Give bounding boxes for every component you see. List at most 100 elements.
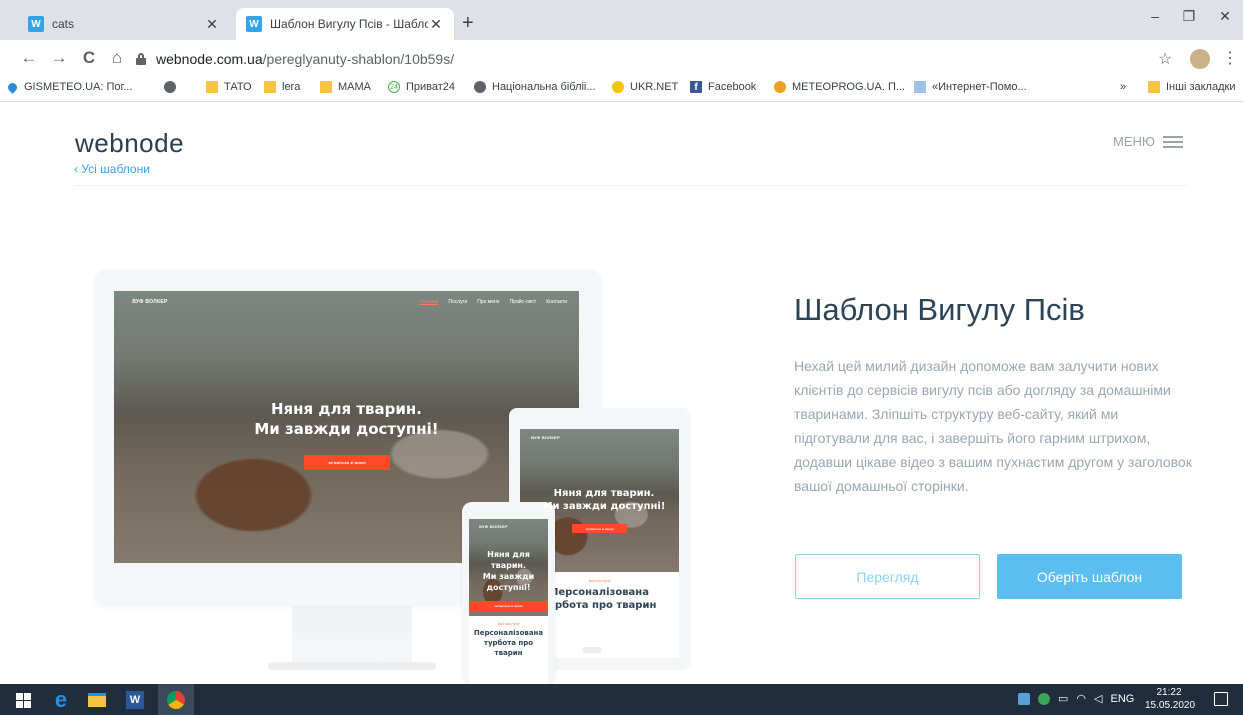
bookmark-gismeteo[interactable]: GISMETEO.UA: Пог... <box>5 80 132 94</box>
battery-icon[interactable]: ▭ <box>1058 692 1068 705</box>
bookmark-privat24[interactable]: 24 Приват24 <box>388 81 455 93</box>
mockup-cta: звʼяжіться зі мною <box>572 524 627 533</box>
home-button[interactable]: ⌂ <box>106 48 128 68</box>
browser-tab-strip: W cats ✕ W Шаблон Вигулу Псів - Шаблон ✕… <box>0 0 1243 40</box>
browser-toolbar: ← → C ⌂ webnode.com.ua /pereglyanuty-sha… <box>0 40 1243 76</box>
system-tray: ▭ ◠ ◁ ENG <box>1018 692 1134 705</box>
close-tab-icon[interactable]: ✕ <box>428 16 444 33</box>
mockup-brand: ВУФ ВОЛКЕР <box>526 435 560 440</box>
close-tab-icon[interactable]: ✕ <box>204 16 220 33</box>
monitor-stand <box>292 605 412 665</box>
bookmark-label: Національна бібліі... <box>492 81 596 93</box>
wifi-icon[interactable]: ◠ <box>1076 692 1086 705</box>
mockup-headline-line: Няня для тварин. <box>271 400 422 418</box>
monitor-base <box>268 662 436 670</box>
minimize-button[interactable]: – <box>1140 8 1170 24</box>
bookmark-globe[interactable] <box>164 81 182 93</box>
edge-icon[interactable]: e <box>50 687 72 712</box>
chevron-double-right-icon: » <box>1120 81 1127 93</box>
word-icon[interactable]: W <box>124 690 146 710</box>
mockup-nav-link: Послуги <box>448 299 468 305</box>
close-window-button[interactable]: ✕ <box>1210 8 1240 25</box>
mockup-section-title: Персоналізована турбота про тварин <box>473 629 544 657</box>
webnode-favicon-icon: W <box>246 16 262 32</box>
mockup-headline-line: Няня для тварин. <box>487 550 530 570</box>
mockup-brand: ВУФ ВОЛКЕР <box>126 299 168 305</box>
bookmark-label: «Интернет-Помо... <box>932 81 1027 93</box>
chrome-taskbar-icon[interactable] <box>158 684 194 715</box>
bookmark-folder-tato[interactable]: ТАТО <box>206 81 252 93</box>
notification-center-icon[interactable] <box>1214 692 1228 706</box>
mockup-nav-links: Головна Послуги Про мене Прайс-лист Конт… <box>419 299 567 305</box>
mockup-headline: Няня для тварин. Ми завжди доступні! <box>234 399 459 439</box>
privat24-icon: 24 <box>388 81 400 93</box>
mockup-headline: Няня для тварин. Ми завжди доступні! <box>472 549 545 593</box>
bookmark-star-icon[interactable]: ☆ <box>1158 49 1172 69</box>
mockup-nav: ВУФ ВОЛКЕР <box>520 429 679 446</box>
menu-button[interactable]: МЕНЮ <box>1113 134 1184 149</box>
clock-date: 15.05.2020 <box>1145 700 1196 711</box>
template-description: Нехай цей милий дизайн допоможе вам залу… <box>794 358 1192 494</box>
tray-app-icon[interactable] <box>1018 692 1030 705</box>
address-bar[interactable]: webnode.com.ua /pereglyanuty-shablon/10b… <box>136 48 1216 70</box>
mockup-nav-link: Прайс-лист <box>509 299 537 305</box>
taskbar-clock[interactable]: 21:22 15.05.2020 <box>1145 686 1196 712</box>
header-divider <box>75 185 1187 186</box>
url-path: /pereglyanuty-shablon/10b59s/ <box>262 51 455 67</box>
bookmark-label: UKR.NET <box>630 81 679 93</box>
bookmark-meteoprog[interactable]: METEOPROG.UA. П... <box>774 81 905 93</box>
phone-mockup: ВУФ ВОЛКЕР Няня для тварин. Ми завжди до… <box>462 502 555 684</box>
bookmark-internet-help[interactable]: «Интернет-Помо... <box>914 81 1027 93</box>
tab-template-preview[interactable]: W Шаблон Вигулу Псів - Шаблон ✕ <box>236 8 454 40</box>
tab-cats[interactable]: W cats ✕ <box>18 8 230 40</box>
bookmark-facebook[interactable]: f Facebook <box>690 81 756 93</box>
document-icon <box>914 81 926 93</box>
folder-icon <box>264 81 276 93</box>
meteoprog-icon <box>774 81 786 93</box>
browser-menu-icon[interactable]: ⋮ <box>1222 48 1238 68</box>
mockup-nav-link: Про мене <box>477 299 500 305</box>
bookmark-label: METEOPROG.UA. П... <box>792 81 906 93</box>
preview-button[interactable]: Перегляд <box>795 554 980 599</box>
file-explorer-icon[interactable] <box>86 690 108 710</box>
bookmarks-overflow-button[interactable]: » <box>1120 81 1126 93</box>
webnode-logo[interactable]: webnode <box>75 128 184 159</box>
folder-icon <box>206 81 218 93</box>
windows-logo-icon <box>15 692 31 708</box>
folder-icon <box>1148 81 1160 93</box>
all-templates-link[interactable]: ‹ Усі шаблони <box>74 162 150 176</box>
restore-button[interactable]: ❐ <box>1174 8 1204 25</box>
drop-icon <box>5 80 19 94</box>
tray-security-icon[interactable] <box>1038 692 1050 705</box>
back-button[interactable]: ← <box>18 48 40 68</box>
tab-title: Шаблон Вигулу Псів - Шаблон <box>270 17 428 31</box>
mockup-cta: звʼяжіться зі мною <box>304 455 390 470</box>
language-indicator[interactable]: ENG <box>1110 693 1134 705</box>
bookmark-folder-mama[interactable]: МАМА <box>320 81 371 93</box>
folder-icon <box>320 81 332 93</box>
mockup-nav: ВУФ ВОЛКЕР Головна Послуги Про мене Прай… <box>114 291 579 313</box>
choose-template-button[interactable]: Оберіть шаблон <box>997 554 1182 599</box>
mockup-cta: звʼяжіться зі мною <box>469 601 548 611</box>
bookmark-label: ТАТО <box>224 81 252 93</box>
mockup-brand: ВУФ ВОЛКЕР <box>474 524 508 529</box>
bookmark-label: Facebook <box>708 81 757 93</box>
facebook-icon: f <box>690 81 702 93</box>
start-button[interactable] <box>12 690 34 710</box>
mockup-headline-line: Ми завжди доступні! <box>482 572 535 592</box>
bookmark-national-library[interactable]: Національна бібліі... <box>474 81 596 93</box>
profile-avatar[interactable] <box>1190 49 1210 69</box>
windows-taskbar: e W ▭ ◠ ◁ ENG 21:22 15.05.2020 <box>0 684 1243 715</box>
reload-button[interactable]: C <box>78 48 100 68</box>
volume-icon[interactable]: ◁ <box>1094 692 1102 705</box>
forward-button[interactable]: → <box>48 48 70 68</box>
bookmark-label: lera <box>282 81 301 93</box>
bookmark-folder-lera[interactable]: lera <box>264 81 300 93</box>
clock-time: 21:22 <box>1156 687 1182 698</box>
bookmark-other-folder[interactable]: Інші закладки <box>1148 81 1235 93</box>
mockup-headline: Няня для тварин. Ми завжди доступні! <box>530 487 678 513</box>
new-tab-button[interactable]: + <box>462 12 474 35</box>
tablet-home-indicator <box>582 647 602 653</box>
mockup-nav-link: Головна <box>419 299 439 305</box>
bookmark-ukrnet[interactable]: UKR.NET <box>612 81 678 93</box>
